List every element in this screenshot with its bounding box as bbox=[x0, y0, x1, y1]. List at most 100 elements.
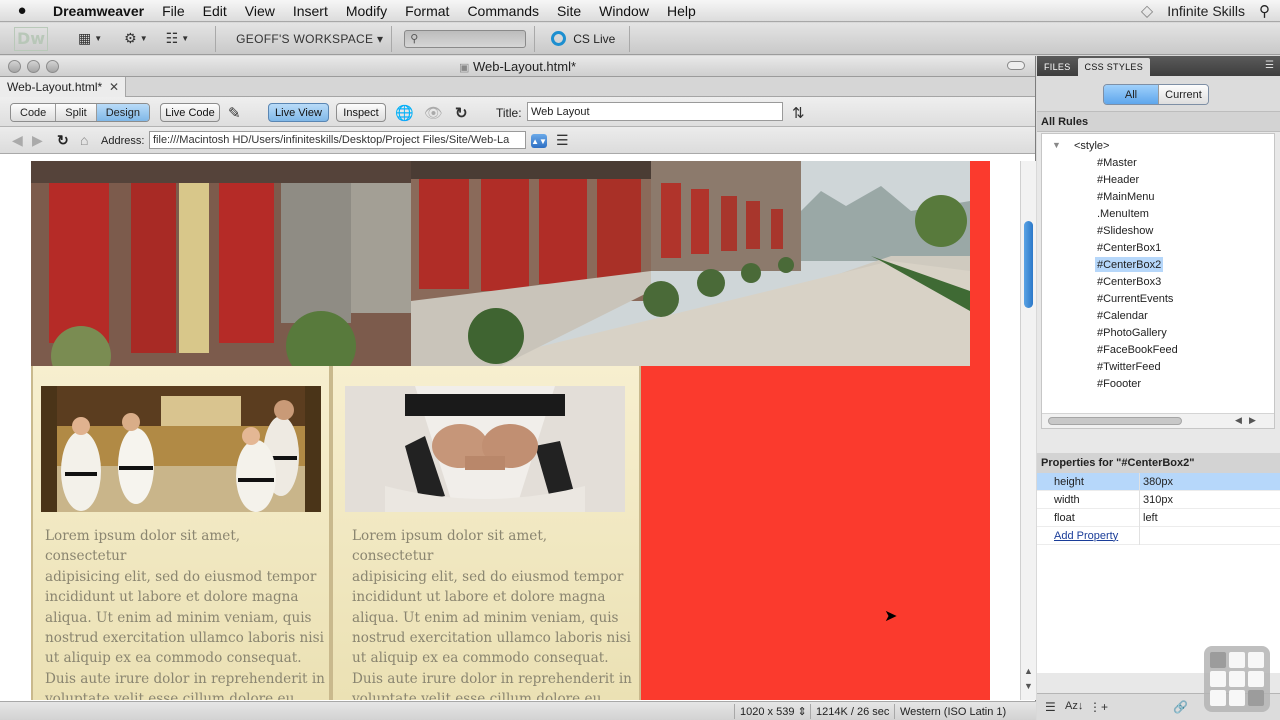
grid-cell bbox=[1210, 652, 1226, 668]
grid-overlay-widget[interactable] bbox=[1204, 646, 1270, 712]
rule-centerbox2[interactable]: #CenterBox2 bbox=[1095, 257, 1164, 272]
rule-facebookfeed[interactable]: #FaceBookFeed bbox=[1095, 342, 1180, 357]
document-tab[interactable]: Web-Layout.html* ✕ bbox=[0, 77, 126, 97]
property-row[interactable]: height 380px bbox=[1037, 473, 1280, 491]
rule-master[interactable]: #Master bbox=[1095, 155, 1139, 170]
menu-help[interactable]: Help bbox=[658, 3, 705, 19]
menu-window[interactable]: Window bbox=[590, 3, 658, 19]
menu-view[interactable]: View bbox=[236, 3, 284, 19]
rule-foooter[interactable]: #Foooter bbox=[1095, 376, 1143, 391]
text-line: voluptate velit esse cillum dolore eu fu… bbox=[352, 691, 602, 700]
property-value[interactable]: left bbox=[1143, 512, 1158, 524]
scroll-left-arrow-icon[interactable]: ◀ bbox=[1235, 415, 1242, 426]
scroll-thumb[interactable] bbox=[1024, 221, 1033, 308]
center-box-2[interactable]: Lorem ipsum dolor sit amet, consectetur … bbox=[331, 366, 641, 700]
menu-dreamweaver[interactable]: Dreamweaver bbox=[44, 3, 153, 19]
menu-site[interactable]: Site bbox=[548, 3, 590, 19]
visual-aids-icon[interactable]: 👁 bbox=[424, 104, 443, 122]
menu-edit[interactable]: Edit bbox=[194, 3, 236, 19]
collapse-triangle-icon[interactable]: ▼ bbox=[1052, 140, 1061, 150]
cs-live-button[interactable]: CS Live bbox=[551, 31, 615, 46]
page-title-input[interactable]: Web Layout bbox=[527, 102, 783, 121]
rule-centerbox1[interactable]: #CenterBox1 bbox=[1095, 240, 1163, 255]
design-view-button[interactable]: Design bbox=[96, 104, 149, 121]
scroll-thumb[interactable] bbox=[1048, 417, 1182, 425]
properties-header: Properties for "#CenterBox2" bbox=[1037, 453, 1280, 473]
refresh-icon[interactable]: ↻ bbox=[57, 132, 69, 149]
refresh-icon[interactable]: ↻ bbox=[455, 104, 468, 122]
rule-slideshow[interactable]: #Slideshow bbox=[1095, 223, 1155, 238]
alphabetical-view-icon[interactable]: Az↓ bbox=[1065, 700, 1083, 712]
rule-mainmenu[interactable]: #MainMenu bbox=[1095, 189, 1156, 204]
toolbar-toggle-button[interactable] bbox=[1007, 61, 1025, 70]
style-root-rule[interactable]: <style> bbox=[1072, 138, 1111, 153]
menu-modify[interactable]: Modify bbox=[337, 3, 396, 19]
preview-globe-icon[interactable]: 🌐 bbox=[395, 104, 414, 122]
rule-photogallery[interactable]: #PhotoGallery bbox=[1095, 325, 1169, 340]
scroll-up-arrow-icon[interactable]: ▲ bbox=[1024, 666, 1033, 676]
back-arrow-icon[interactable]: ◀ bbox=[12, 132, 23, 149]
live-code-button[interactable]: Live Code bbox=[160, 103, 220, 122]
site-menu-icon[interactable]: ☷ ▼ bbox=[166, 30, 189, 47]
close-tab-icon[interactable]: ✕ bbox=[109, 80, 119, 94]
workspace-switcher[interactable]: GEOFF'S WORKSPACE ▾ bbox=[236, 32, 383, 46]
window-size-selector[interactable]: 1020 x 539 ⇕ bbox=[734, 704, 807, 719]
add-property-row[interactable]: Add Property bbox=[1037, 527, 1280, 545]
document-title: ▣ Web-Layout.html* bbox=[0, 59, 1035, 74]
menu-commands[interactable]: Commands bbox=[458, 3, 548, 19]
scroll-down-arrow-icon[interactable]: ▼ bbox=[1024, 681, 1033, 691]
set-properties-icon[interactable]: ⋮+ bbox=[1089, 700, 1108, 714]
add-property-link[interactable]: Add Property bbox=[1054, 530, 1118, 542]
apple-menu-icon[interactable]: ● bbox=[0, 2, 44, 19]
rule-currentevents[interactable]: #CurrentEvents bbox=[1095, 291, 1175, 306]
panel-tab-bar: FILES CSS STYLES ☰ bbox=[1037, 56, 1280, 76]
property-name: width bbox=[1054, 493, 1080, 506]
property-value[interactable]: 310px bbox=[1143, 494, 1173, 506]
address-dropdown-icon[interactable]: ▲▼ bbox=[531, 134, 547, 148]
spotlight-search-icon[interactable]: ⚲ bbox=[1259, 2, 1270, 20]
property-row[interactable]: width 310px bbox=[1037, 491, 1280, 509]
help-search-input[interactable]: ⚲ bbox=[404, 29, 527, 48]
rule-header[interactable]: #Header bbox=[1095, 172, 1141, 187]
address-bar: ◀ ▶ ↻ ⌂ Address: file:///Macintosh HD/Us… bbox=[0, 127, 1035, 154]
category-view-icon[interactable]: ☰ bbox=[1045, 700, 1056, 714]
design-vertical-scrollbar[interactable]: ▲ ▼ bbox=[1020, 161, 1036, 700]
center-box-3[interactable] bbox=[641, 366, 970, 700]
rule-menuitem[interactable]: .MenuItem bbox=[1095, 206, 1151, 221]
file-management-icon[interactable]: ⇅ bbox=[792, 104, 805, 122]
rule-centerbox3[interactable]: #CenterBox3 bbox=[1095, 274, 1163, 289]
check-browser-icon[interactable]: ✎ bbox=[228, 104, 241, 122]
rule-twitterfeed[interactable]: #TwitterFeed bbox=[1095, 359, 1163, 374]
panel-options-icon[interactable]: ☰ bbox=[1265, 60, 1274, 71]
address-input[interactable]: file:///Macintosh HD/Users/infiniteskill… bbox=[149, 131, 526, 149]
property-row[interactable]: float left bbox=[1037, 509, 1280, 527]
center-box-1[interactable]: Lorem ipsum dolor sit amet, consectetur … bbox=[31, 366, 331, 700]
tab-css-styles[interactable]: CSS STYLES bbox=[1077, 58, 1151, 76]
live-view-button[interactable]: Live View bbox=[268, 103, 329, 122]
black-belt-photo bbox=[345, 386, 625, 512]
inspect-button[interactable]: Inspect bbox=[336, 103, 386, 122]
menu-format[interactable]: Format bbox=[396, 3, 458, 19]
split-view-button[interactable]: Split bbox=[56, 104, 97, 121]
current-mode-button[interactable]: Current bbox=[1158, 85, 1208, 104]
rule-calendar[interactable]: #Calendar bbox=[1095, 308, 1150, 323]
scroll-right-arrow-icon[interactable]: ▶ bbox=[1249, 415, 1256, 426]
rules-horizontal-scrollbar[interactable]: ◀ ▶ bbox=[1042, 413, 1274, 428]
attach-stylesheet-icon[interactable]: 🔗 bbox=[1173, 700, 1188, 714]
forward-arrow-icon[interactable]: ▶ bbox=[32, 132, 43, 149]
menu-file[interactable]: File bbox=[153, 3, 194, 19]
layout-menu-icon[interactable]: ▦ ▼ bbox=[78, 30, 102, 47]
mac-menu-bar: ● Dreamweaver File Edit View Insert Modi… bbox=[0, 0, 1280, 22]
design-view-canvas[interactable]: Lorem ipsum dolor sit amet, consectetur … bbox=[0, 161, 1020, 700]
property-name: float bbox=[1054, 511, 1075, 524]
property-value[interactable]: 380px bbox=[1143, 476, 1173, 488]
menu-insert[interactable]: Insert bbox=[284, 3, 337, 19]
code-view-button[interactable]: Code bbox=[11, 104, 57, 121]
all-mode-button[interactable]: All bbox=[1104, 85, 1158, 104]
home-icon[interactable]: ⌂ bbox=[80, 132, 88, 148]
mode-toggle-bar: All Current bbox=[1037, 76, 1280, 112]
tab-files[interactable]: FILES bbox=[1037, 58, 1078, 76]
css-rules-tree[interactable]: ▼ <style> #Master #Header #MainMenu .Men… bbox=[1041, 133, 1275, 429]
gear-icon[interactable]: ⚙ ▼ bbox=[124, 30, 147, 47]
live-view-options-icon[interactable]: ☰ bbox=[556, 132, 569, 149]
